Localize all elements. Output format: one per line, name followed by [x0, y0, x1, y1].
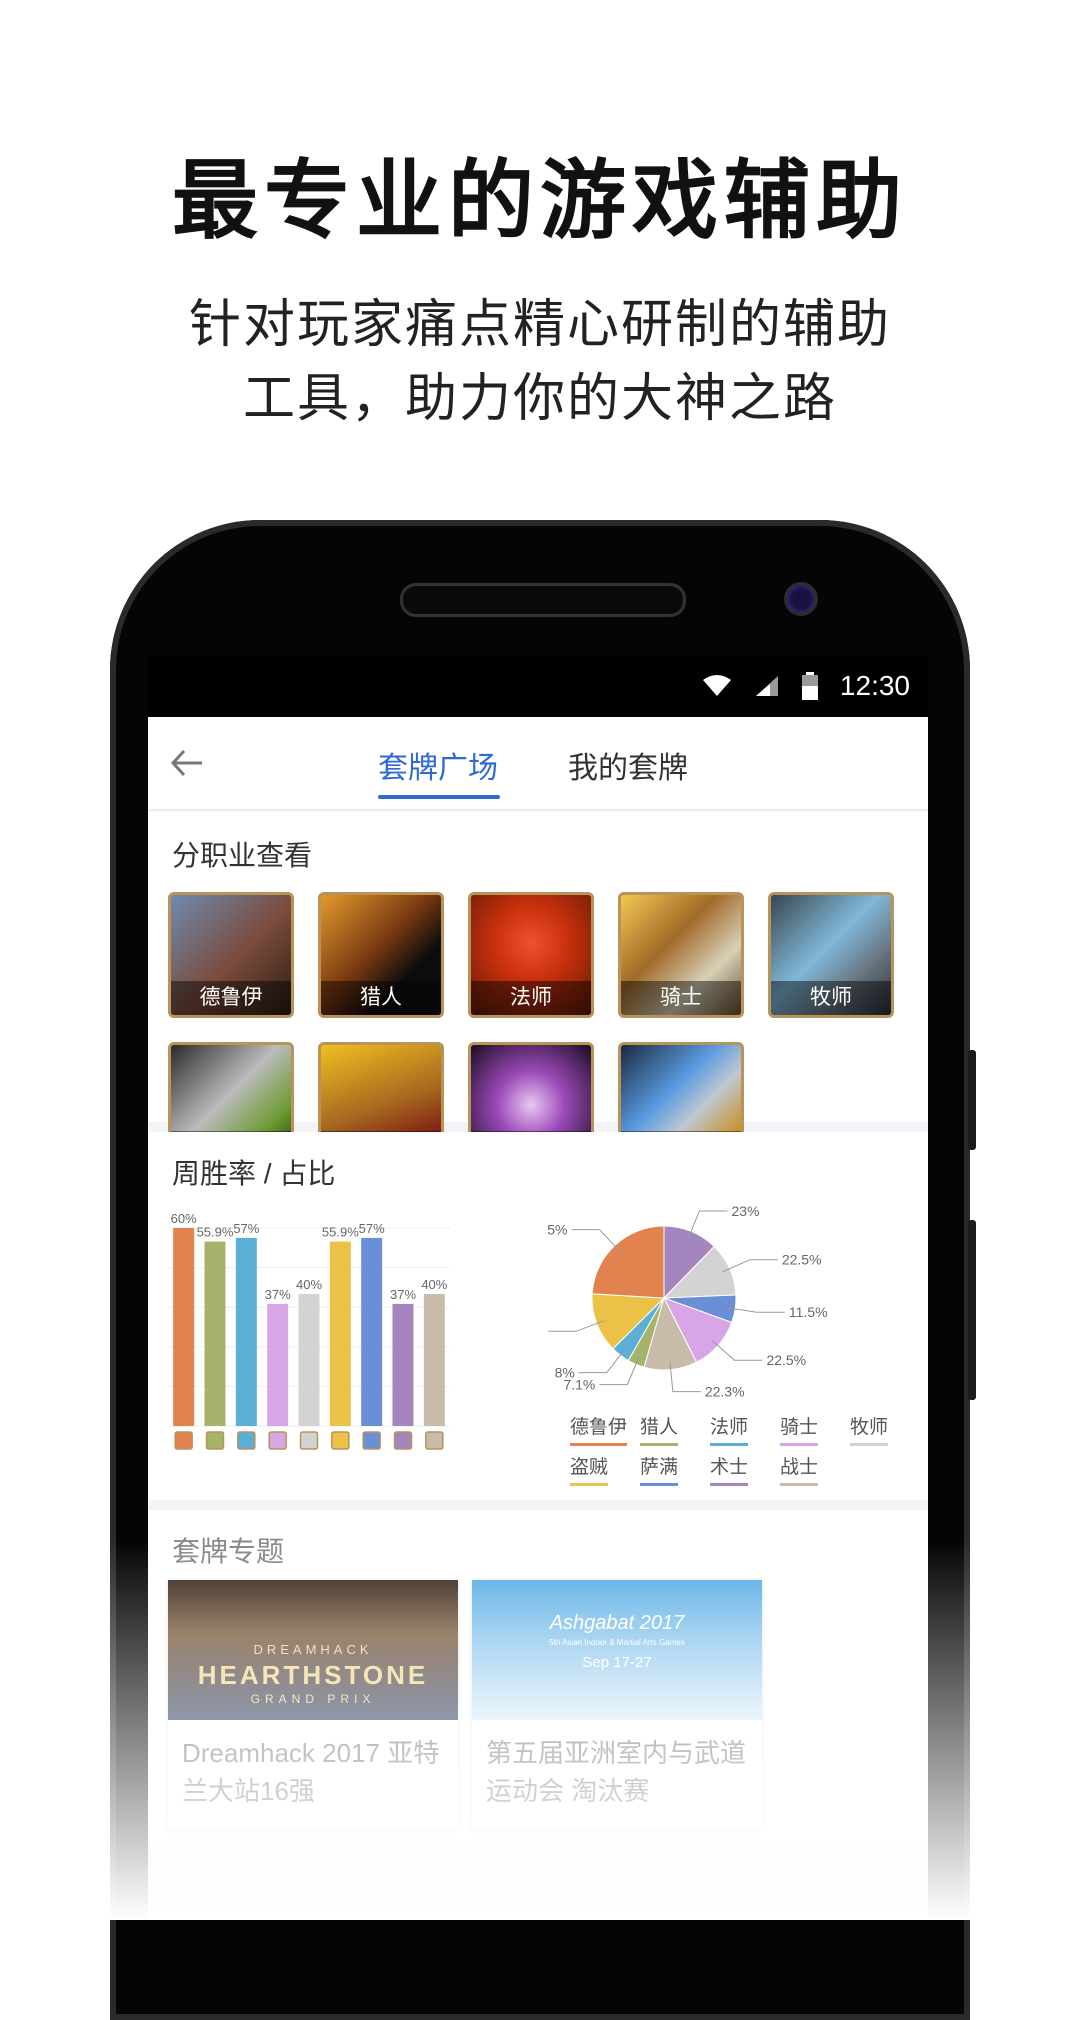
pie-slice-label: 22.3% — [705, 1384, 745, 1400]
phone-side-button — [968, 1050, 976, 1150]
pie-slice-label: 22.5% — [766, 1352, 806, 1368]
class-label: 猎人 — [321, 981, 441, 1015]
active-tab-indicator — [378, 795, 500, 799]
bar-chart: 60%55.9% 57%37%40%55.9% 57%37%40% — [168, 1211, 450, 1450]
pie-legend: 德鲁伊 猎人 法师 骑士 牧师盗贼 萨满 术士 战士 — [548, 1412, 918, 1502]
class-mini-icon — [393, 1431, 413, 1450]
legend-item: 猎人 — [640, 1412, 679, 1446]
pie-slice-label: 8% — [555, 1365, 575, 1381]
signal-icon — [755, 676, 778, 696]
pie-slice-label: 22.5% — [782, 1252, 822, 1268]
class-label: 牧师 — [771, 981, 891, 1015]
pie-leader-line — [727, 1307, 785, 1313]
bar-data-label: 40% — [421, 1277, 447, 1292]
banner-text: GRAND PRIX — [250, 1692, 376, 1706]
bar — [392, 1303, 414, 1426]
topic-banner: DREAMHACK HEARTHSTONE GRAND PRIX — [168, 1580, 458, 1720]
promo-headline: 最专业的游戏辅助 — [172, 153, 908, 249]
top-nav: 套牌广场 我的套牌 — [148, 717, 928, 810]
class-tile-paladin[interactable]: 骑士 — [618, 892, 744, 1018]
class-mini-icon — [331, 1431, 350, 1450]
promo-subline: 针对玩家痛点精心研制的辅助 工具，助力你的大神之路 — [0, 288, 1080, 436]
bar-data-label: 55.9% — [322, 1225, 359, 1240]
bar — [235, 1237, 257, 1426]
class-label: 骑士 — [621, 981, 741, 1015]
legend-item: 萨满 — [640, 1452, 679, 1486]
back-arrow-icon[interactable] — [170, 745, 204, 788]
section-title: 周胜率 / 占比 — [172, 1158, 336, 1189]
pie-slice-label: 23% — [731, 1203, 759, 1219]
bar-data-label: 60% — [171, 1211, 197, 1226]
class-tile-priest[interactable]: 牧师 — [768, 892, 894, 1018]
banner-text: Ashgabat 2017 — [549, 1612, 685, 1634]
class-mini-icon — [362, 1431, 381, 1450]
class-label: 德鲁伊 — [171, 981, 291, 1015]
topic-section: 套牌专题 DREAMHACK HEARTHSTONE GRAND PRIX Dr… — [148, 1510, 928, 1840]
pie-slice-label: 45% — [548, 1222, 567, 1238]
promo-subline-line-2: 工具，助力你的大神之路 — [242, 370, 837, 428]
class-tile-mage[interactable]: 法师 — [468, 892, 594, 1018]
class-mini-icon — [174, 1431, 193, 1450]
bar — [298, 1294, 320, 1426]
pie-chart: 23%22.5%11.5%22.5%22.3%7.1%8%25%45% — [548, 1203, 828, 1400]
promo-subline-line-1: 针对玩家痛点精心研制的辅助 — [188, 296, 891, 354]
bar-data-label: 40% — [296, 1277, 322, 1292]
topic-card-title: 第五届亚洲室内与武道运动会 淘汰赛 — [486, 1738, 747, 1806]
legend-item: 骑士 — [780, 1412, 819, 1446]
banner-text: Sep 17-27 — [582, 1654, 652, 1671]
legend-item: 牧师 — [850, 1412, 889, 1446]
topic-card-title: Dreamhack 2017 亚特兰大站16强 — [182, 1738, 440, 1806]
bar — [204, 1241, 226, 1426]
phone-speaker — [400, 583, 686, 617]
bar-data-label: 57% — [233, 1221, 259, 1236]
bar-data-label: 57% — [359, 1221, 385, 1236]
legend-item: 战士 — [780, 1452, 819, 1486]
bar — [423, 1294, 445, 1426]
class-section: 分职业查看 德鲁伊 猎人 法师 骑士 牧师 盗贼 萨满 — [148, 812, 928, 1168]
topic-card[interactable]: DREAMHACK HEARTHSTONE GRAND PRIX Dreamha… — [168, 1580, 458, 1830]
section-title: 分职业查看 — [172, 840, 313, 871]
tab-my-decks[interactable]: 我的套牌 — [568, 743, 688, 787]
bar — [267, 1303, 289, 1426]
banner-text: HEARTHSTONE — [197, 1660, 429, 1690]
bar — [329, 1241, 351, 1426]
banner-text: 5th Asian Indoor & Martial Arts Games — [549, 1638, 685, 1647]
section-title: 套牌专题 — [172, 1536, 285, 1567]
bar — [361, 1237, 383, 1426]
bar-data-label: 55.9% — [197, 1225, 234, 1240]
status-time: 12:30 — [839, 670, 910, 701]
phone-screen: 12:30 套牌广场 我的套牌 分职业查看 德鲁伊 猎人 法师 骑士 牧师 周胜… — [148, 655, 928, 1920]
legend-item: 术士 — [710, 1452, 749, 1486]
banner-text: DREAMHACK — [253, 1642, 373, 1657]
tab-deck-plaza[interactable]: 套牌广场 — [378, 743, 498, 787]
class-mini-icon — [205, 1431, 225, 1450]
phone-side-button — [968, 1220, 976, 1400]
class-label: 法师 — [471, 981, 591, 1015]
battery-icon — [801, 672, 818, 700]
phone-camera — [784, 582, 818, 616]
wifi-icon — [702, 675, 731, 696]
legend-item: 法师 — [710, 1412, 749, 1446]
class-tile-hunter[interactable]: 猎人 — [318, 892, 444, 1018]
pie-slice — [591, 1225, 665, 1299]
topic-banner: Ashgabat 2017 5th Asian Indoor & Martial… — [472, 1580, 762, 1720]
class-tile-druid[interactable]: 德鲁伊 — [168, 892, 294, 1018]
bar — [173, 1228, 195, 1426]
class-mini-icon — [425, 1431, 444, 1450]
legend-item: 德鲁伊 — [570, 1412, 628, 1446]
class-mini-icon — [299, 1431, 319, 1450]
class-mini-icon — [237, 1431, 256, 1450]
stats-section: 周胜率 / 占比 60% 55.9% 57% 37% 40% 55.9% 57% 37% 40%… — [148, 1132, 928, 1500]
legend-item: 盗贼 — [570, 1452, 609, 1486]
class-mini-icon — [268, 1431, 287, 1450]
bar-data-label: 37% — [390, 1287, 416, 1302]
bar-data-label: 37% — [265, 1287, 291, 1302]
pie-slice-label: 11.5% — [789, 1304, 828, 1320]
topic-card[interactable]: Ashgabat 2017 5th Asian Indoor & Martial… — [472, 1580, 762, 1830]
status-bar: 12:30 — [148, 655, 928, 717]
